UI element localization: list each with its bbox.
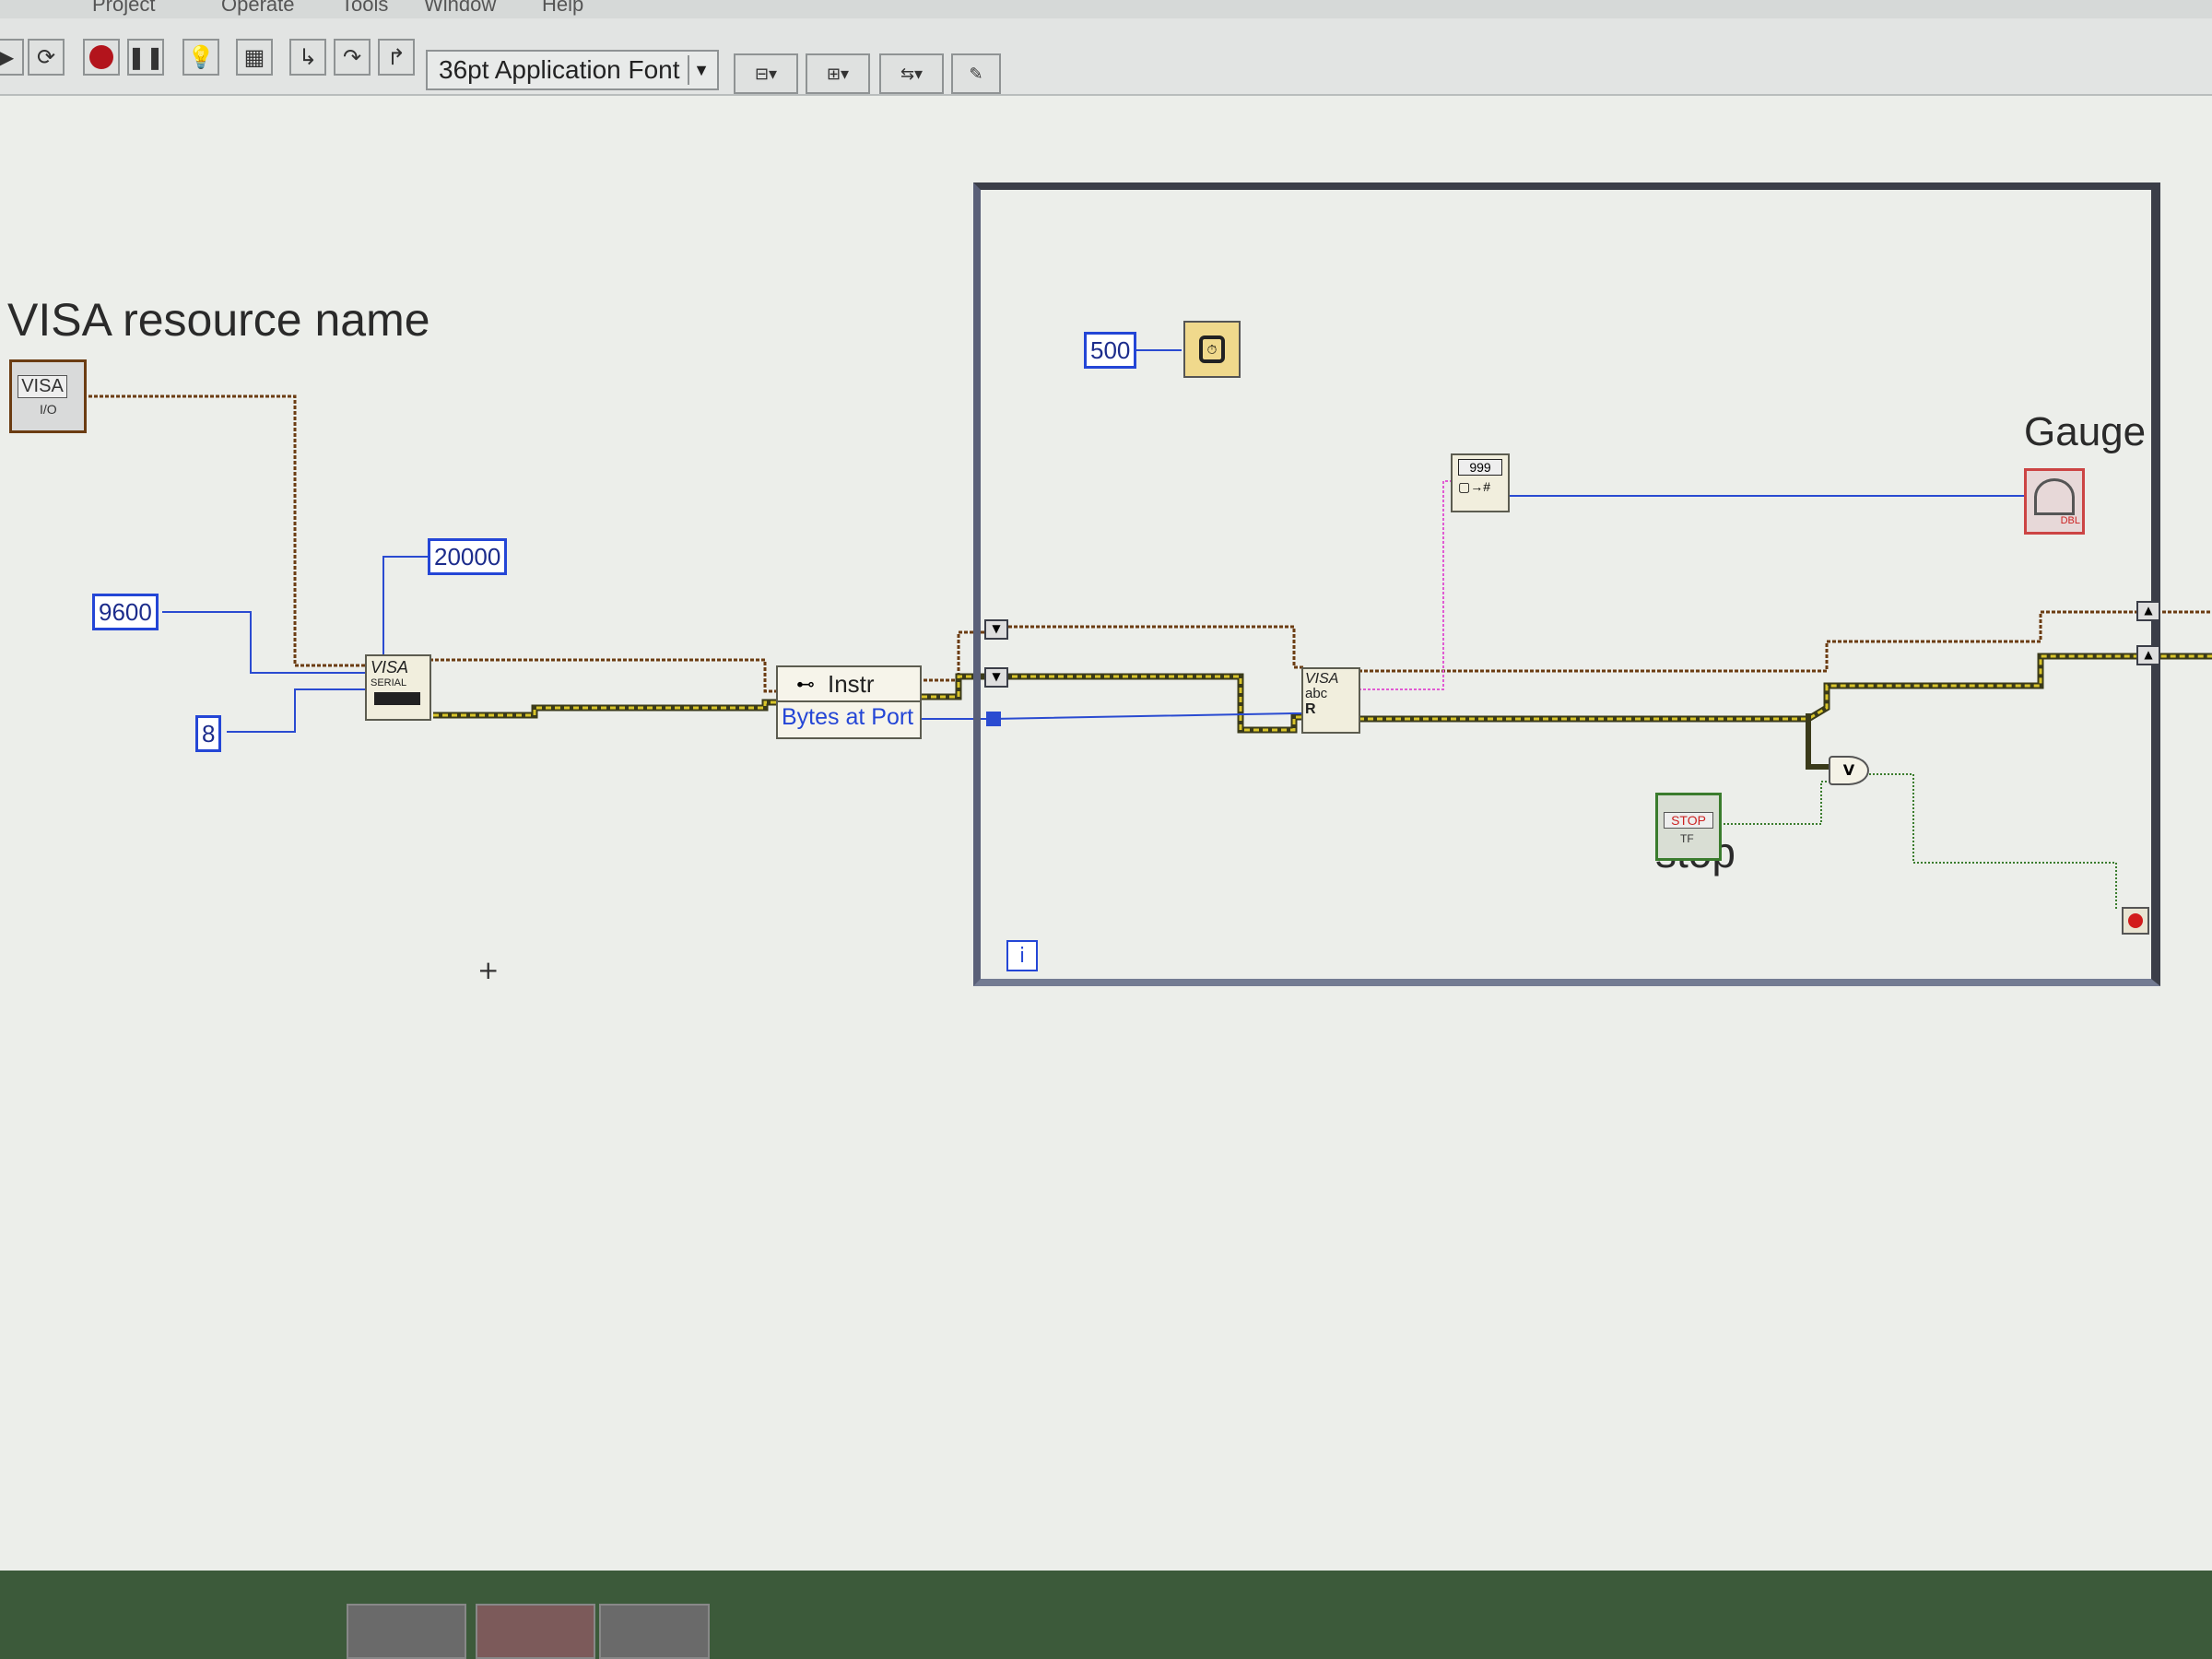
align-objects-icon: ⊟▾ — [754, 64, 778, 84]
retain-wire-values-button[interactable]: ▦ — [236, 39, 273, 76]
block-diagram[interactable]: VISA resource name VISA I/O 9600 8 20000… — [0, 96, 2212, 1571]
reorder-icon: ⇆▾ — [900, 64, 924, 84]
property-node-prop[interactable]: Bytes at Port — [782, 704, 920, 731]
menubar: Project Operate Tools Window Help — [0, 0, 2212, 19]
read-node-sub: abc — [1305, 686, 1328, 701]
visa-read-node[interactable]: VISA abc R — [1301, 667, 1360, 734]
wire-baud — [162, 611, 365, 674]
visa-resource-control[interactable]: VISA I/O — [9, 359, 87, 433]
distribute-objects-dropdown[interactable]: ⊞▾ — [806, 53, 870, 94]
run-arrow-button[interactable]: ▶ — [0, 39, 24, 76]
menu-help[interactable]: Help — [542, 0, 583, 17]
step-over-button[interactable]: ↷ — [334, 39, 371, 76]
gauge-sub: DBL — [2060, 515, 2080, 526]
run-arrow-icon: ▶ — [0, 44, 15, 70]
taskbar — [0, 1571, 2212, 1659]
tunnel-error-in: ▼ — [984, 667, 1008, 688]
baud-rate-constant[interactable]: 9600 — [92, 594, 159, 630]
tunnel-error-out: ▲ — [2136, 645, 2160, 665]
visa-control-sub: I/O — [40, 402, 57, 417]
taskbar-item[interactable] — [347, 1604, 466, 1659]
step-into-icon: ↳ — [298, 44, 318, 70]
serial-node-sub: SERIAL — [371, 677, 407, 688]
toolbar: ▶ ⟳ ❚❚ 💡 ▦ ↳ ↷ ↱ 36pt Application Font ▼… — [0, 18, 2212, 96]
wait-ms-constant[interactable]: 500 — [1084, 332, 1137, 369]
menu-project[interactable]: Project — [92, 0, 155, 17]
visa-resource-label: VISA resource name — [7, 294, 430, 346]
stop-tf: TF — [1680, 832, 1694, 845]
abort-button[interactable] — [83, 39, 120, 76]
highlight-execution-button[interactable]: 💡 — [182, 39, 219, 76]
stop-button-text: STOP — [1664, 812, 1713, 829]
wire-timeout — [382, 556, 428, 660]
pause-icon: ❚❚ — [126, 44, 165, 70]
tunnel-number-in — [986, 712, 1001, 726]
read-node-r: R — [1305, 701, 1316, 717]
numeric-node-text: 999 — [1458, 459, 1502, 476]
stop-if-true-icon — [2128, 913, 2143, 928]
chevron-down-icon: ▼ — [688, 55, 713, 85]
or-symbol: V — [1842, 761, 1855, 779]
or-function[interactable]: V — [1829, 756, 1869, 785]
stop-button[interactable]: STOP TF — [1655, 793, 1722, 861]
font-select-value: 36pt Application Font — [439, 55, 680, 84]
decimal-string-to-number-node[interactable]: 999 ▢→# — [1451, 453, 1510, 512]
menu-window[interactable]: Window — [424, 0, 496, 17]
step-into-button[interactable]: ↳ — [289, 39, 326, 76]
clean-up-diagram-button[interactable]: ✎ — [951, 53, 1001, 94]
property-node[interactable]: ⊷ Instr Bytes at Port — [776, 665, 922, 739]
step-out-icon: ↱ — [386, 44, 406, 70]
reference-icon: ⊷ — [796, 674, 815, 695]
step-over-icon: ↷ — [342, 44, 362, 70]
menu-tools[interactable]: Tools — [341, 0, 388, 17]
font-select[interactable]: 36pt Application Font ▼ — [426, 50, 719, 90]
gauge-label: Gauge — [2024, 409, 2147, 454]
serial-node-title: VISA — [371, 658, 409, 677]
timeout-constant[interactable]: 20000 — [428, 538, 508, 575]
taskbar-item[interactable] — [476, 1604, 595, 1659]
loop-conditional-terminal[interactable] — [2122, 907, 2149, 935]
reorder-dropdown[interactable]: ⇆▾ — [879, 53, 944, 94]
menu-operate[interactable]: Operate — [221, 0, 295, 17]
run-continuously-icon: ⟳ — [36, 44, 56, 70]
property-node-class: Instr — [828, 669, 875, 698]
pause-button[interactable]: ❚❚ — [127, 39, 164, 76]
align-objects-dropdown[interactable]: ⊟▾ — [734, 53, 798, 94]
run-continuously-button[interactable]: ⟳ — [28, 39, 65, 76]
step-out-button[interactable]: ↱ — [378, 39, 415, 76]
loop-iteration-terminal[interactable]: i — [1006, 940, 1038, 971]
while-loop[interactable] — [973, 182, 2160, 986]
data-bits-constant[interactable]: 8 — [195, 715, 222, 752]
watch-icon: ⏱ — [1199, 335, 1225, 363]
serial-port-icon — [374, 692, 420, 705]
wire-visa-serial-out — [429, 658, 782, 693]
wire-error-1 — [433, 699, 782, 719]
crosshair-cursor-icon: + — [477, 955, 500, 985]
tunnel-visa-out: ▲ — [2136, 601, 2160, 621]
visa-configure-serial-node[interactable]: VISA SERIAL — [365, 654, 431, 721]
retain-wire-values-icon: ▦ — [243, 44, 265, 70]
gauge-icon — [2034, 478, 2075, 515]
visa-control-text: VISA — [18, 375, 67, 398]
property-node-class-row: ⊷ Instr — [778, 667, 920, 702]
taskbar-item[interactable] — [599, 1604, 710, 1659]
distribute-objects-icon: ⊞▾ — [826, 64, 850, 84]
tunnel-visa-in: ▼ — [984, 619, 1008, 640]
clean-up-diagram-icon: ✎ — [969, 64, 983, 84]
wait-ms-node[interactable]: ⏱ — [1183, 321, 1241, 378]
gauge-indicator[interactable]: DBL — [2024, 468, 2085, 535]
wire-databits — [227, 688, 365, 733]
string-to-number-icon: ▢→# — [1458, 479, 1491, 494]
highlight-execution-icon: 💡 — [187, 44, 215, 70]
abort-icon — [89, 45, 113, 69]
